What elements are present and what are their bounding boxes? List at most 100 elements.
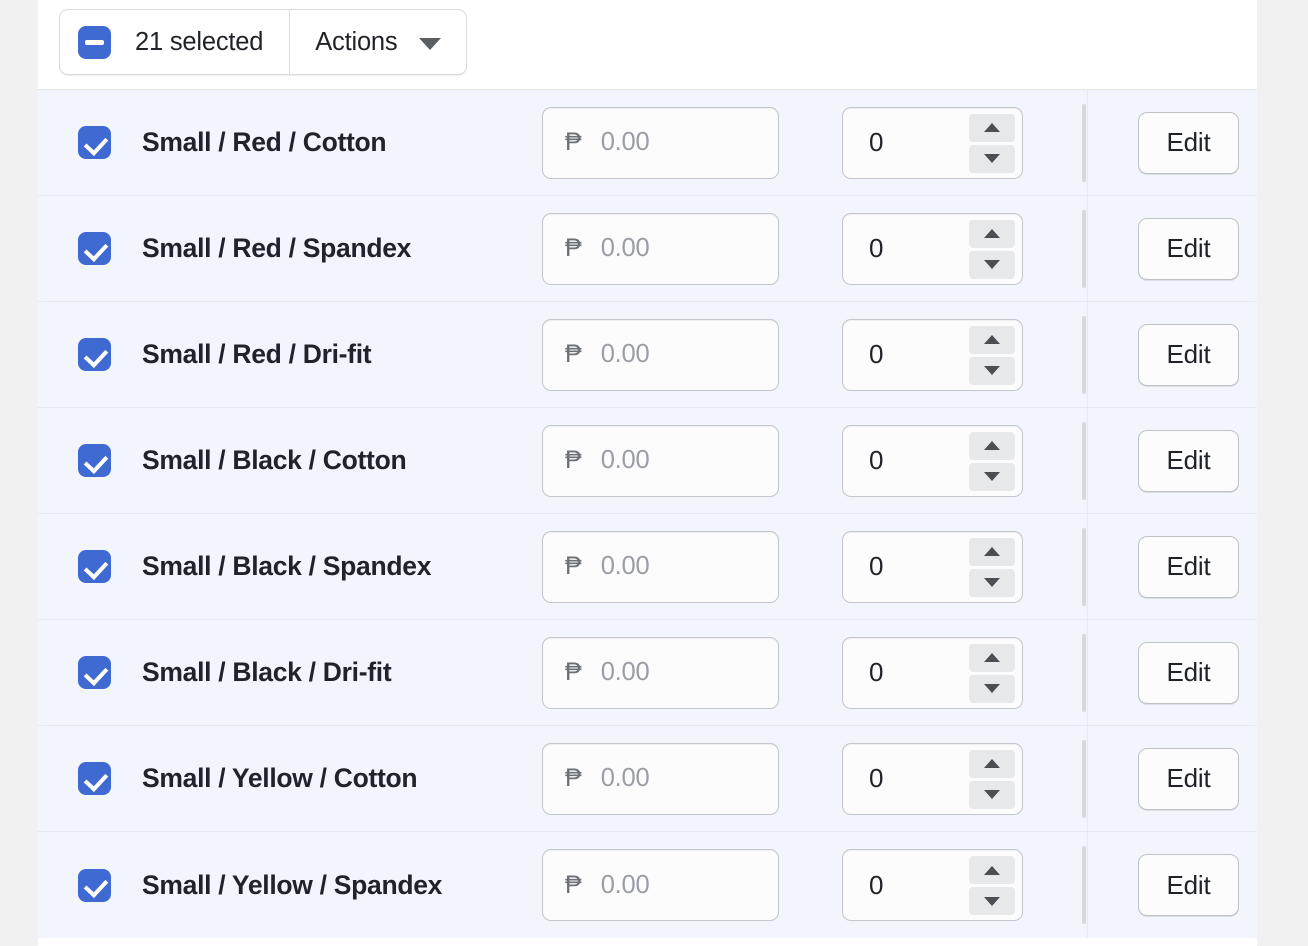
currency-symbol-icon: ₱ [565,552,582,580]
horizontal-scroll-nub[interactable] [1082,210,1086,288]
horizontal-scroll-nub[interactable] [1082,846,1086,924]
caret-down-icon [984,154,1000,163]
sticky-column-divider [1087,726,1088,831]
sticky-column-divider [1087,514,1088,619]
quantity-decrement-button[interactable] [969,780,1015,809]
quantity-input[interactable]: 0 [842,106,1023,179]
quantity-input[interactable]: 0 [842,318,1023,391]
price-cell: ₱ 0.00 [542,424,842,497]
price-placeholder-text: 0.00 [600,658,650,686]
quantity-input[interactable]: 0 [842,636,1023,709]
select-all-checkbox[interactable] [78,25,111,59]
price-input[interactable]: ₱ 0.00 [542,318,779,391]
row-select-checkbox[interactable] [77,550,111,583]
price-cell: ₱ 0.00 [542,212,842,285]
quantity-stepper [969,537,1015,597]
actions-dropdown-button[interactable]: Actions [290,10,466,74]
quantity-increment-button[interactable] [969,537,1015,566]
variants-table-card: 21 selected Actions Small / Red / Cotton… [38,0,1257,946]
price-placeholder-text: 0.00 [600,340,650,368]
row-select-cell [38,126,142,159]
quantity-increment-button[interactable] [969,113,1015,142]
quantity-increment-button[interactable] [969,643,1015,672]
quantity-stepper [969,325,1015,385]
horizontal-scroll-nub[interactable] [1082,104,1086,182]
price-cell: ₱ 0.00 [542,849,842,921]
edit-button[interactable]: Edit [1138,323,1239,386]
edit-button[interactable]: Edit [1138,854,1239,916]
edit-button[interactable]: Edit [1138,747,1239,810]
sticky-column-divider [1087,196,1088,301]
quantity-input[interactable]: 0 [842,424,1023,497]
price-input[interactable]: ₱ 0.00 [542,849,779,921]
row-select-checkbox[interactable] [77,868,111,902]
table-row-3: Small / Black / Cotton ₱ 0.00 0 Edit [38,408,1257,514]
price-input[interactable]: ₱ 0.00 [542,742,779,815]
quantity-decrement-button[interactable] [969,250,1015,279]
quantity-decrement-button[interactable] [969,887,1015,915]
edit-button[interactable]: Edit [1138,111,1239,174]
bulk-selection-segment[interactable]: 21 selected [60,10,291,74]
variant-title-label: Small / Black / Cotton [142,445,407,476]
price-placeholder-text: 0.00 [600,234,650,262]
horizontal-scroll-nub[interactable] [1082,528,1086,606]
variant-title-cell: Small / Yellow / Spandex [142,868,542,903]
variant-title-label: Small / Yellow / Cotton [142,763,418,794]
sticky-column-divider [1087,302,1088,407]
row-select-checkbox[interactable] [77,656,111,689]
currency-symbol-icon: ₱ [565,234,582,262]
quantity-input[interactable]: 0 [842,212,1023,285]
horizontal-scroll-nub[interactable] [1082,316,1086,394]
variant-title-cell: Small / Red / Dri-fit [142,337,542,372]
caret-up-icon [984,123,1000,132]
price-cell: ₱ 0.00 [542,742,842,815]
quantity-increment-button[interactable] [969,219,1015,248]
row-select-cell [38,762,142,795]
price-input[interactable]: ₱ 0.00 [542,212,779,285]
price-placeholder-text: 0.00 [600,128,650,156]
quantity-increment-button[interactable] [969,856,1015,884]
quantity-decrement-button[interactable] [969,356,1015,385]
edit-button[interactable]: Edit [1138,217,1239,280]
row-action-cell: Edit [1090,323,1257,386]
variant-title-label: Small / Black / Dri-fit [142,657,392,688]
variant-title-cell: Small / Black / Cotton [142,443,542,478]
sticky-column-divider [1087,408,1088,513]
quantity-input[interactable]: 0 [842,849,1023,921]
price-placeholder-text: 0.00 [600,870,650,899]
horizontal-scroll-nub[interactable] [1082,422,1086,500]
quantity-decrement-button[interactable] [969,568,1015,597]
price-placeholder-text: 0.00 [600,446,650,474]
table-row-4: Small / Black / Spandex ₱ 0.00 0 Edit [38,514,1257,620]
quantity-input[interactable]: 0 [842,530,1023,603]
row-select-checkbox[interactable] [77,126,111,159]
price-input[interactable]: ₱ 0.00 [542,636,779,709]
edit-button[interactable]: Edit [1138,641,1239,704]
row-select-checkbox[interactable] [77,444,111,477]
caret-down-icon [984,366,1000,375]
quantity-increment-button[interactable] [969,749,1015,778]
quantity-decrement-button[interactable] [969,674,1015,703]
quantity-increment-button[interactable] [969,325,1015,354]
edit-button[interactable]: Edit [1138,429,1239,492]
price-input[interactable]: ₱ 0.00 [542,424,779,497]
quantity-input[interactable]: 0 [842,742,1023,815]
edit-button[interactable]: Edit [1138,535,1239,598]
row-select-checkbox[interactable] [77,338,111,371]
caret-up-icon [984,653,1000,662]
horizontal-scroll-nub[interactable] [1082,634,1086,712]
row-select-checkbox[interactable] [77,232,111,265]
quantity-decrement-button[interactable] [969,144,1015,173]
table-row-5: Small / Black / Dri-fit ₱ 0.00 0 Edit [38,620,1257,726]
horizontal-scroll-nub[interactable] [1082,740,1086,818]
bulk-actions-bar: 21 selected Actions [38,0,1257,90]
row-action-cell: Edit [1090,429,1257,492]
price-input[interactable]: ₱ 0.00 [542,530,779,603]
price-input[interactable]: ₱ 0.00 [542,106,779,179]
row-select-cell [38,338,142,371]
quantity-value-text: 0 [869,763,884,793]
quantity-increment-button[interactable] [969,431,1015,460]
variant-rows-list: Small / Red / Cotton ₱ 0.00 0 Edit Small… [38,90,1257,938]
quantity-decrement-button[interactable] [969,462,1015,491]
row-select-checkbox[interactable] [77,762,111,795]
